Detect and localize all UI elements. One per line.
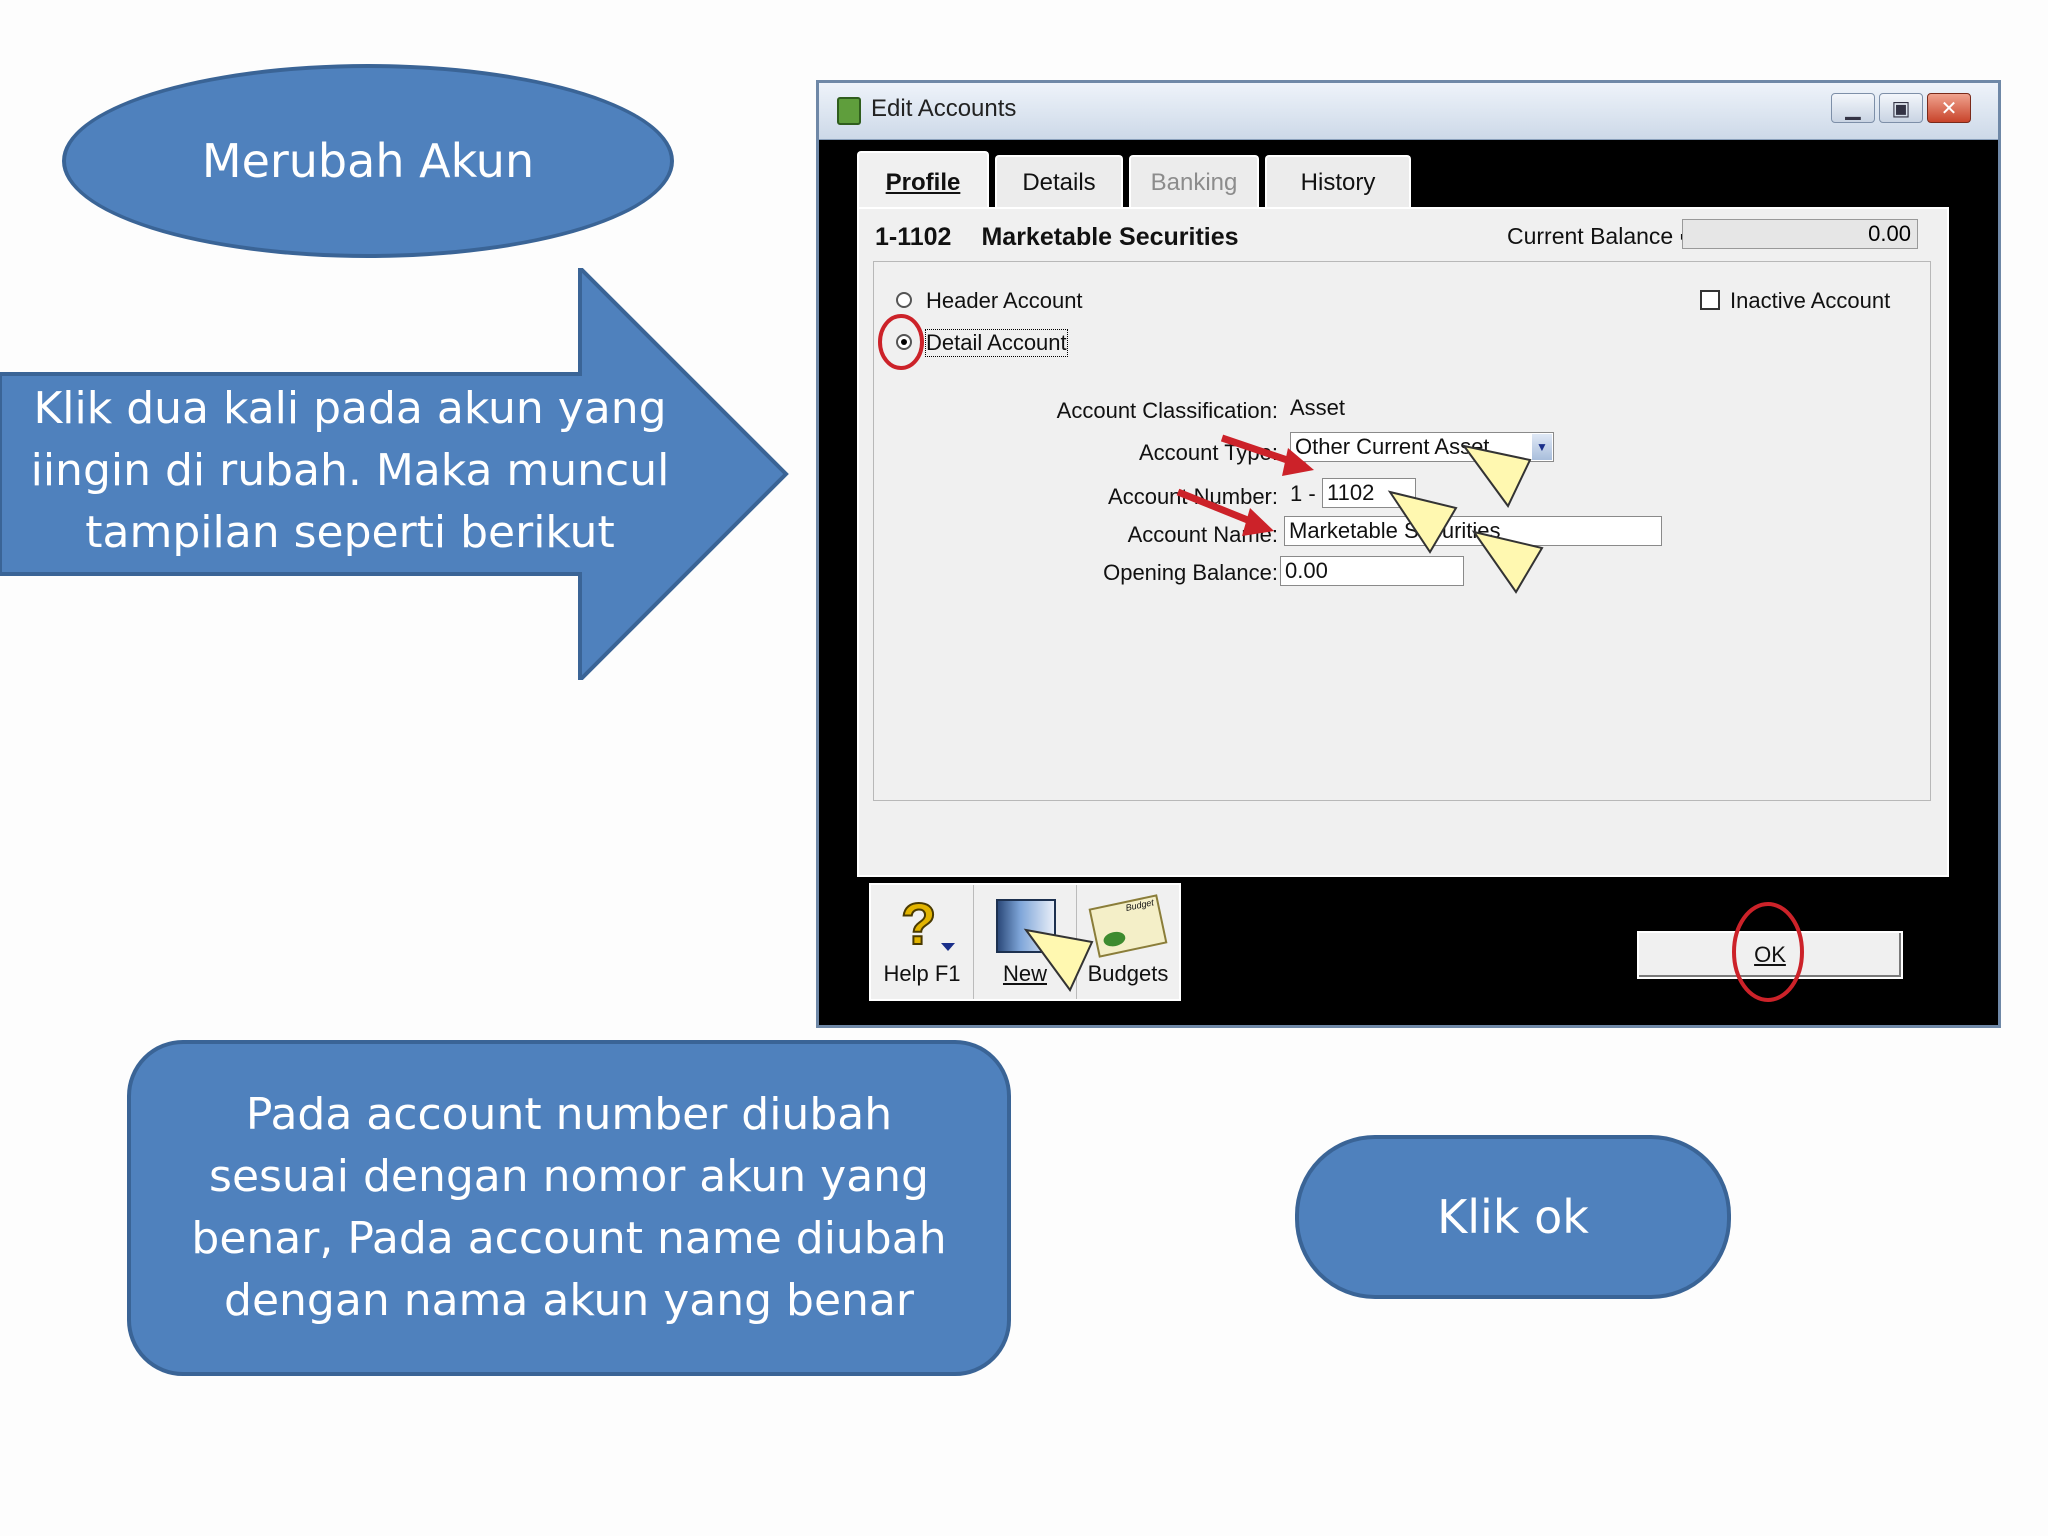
dropdown-triangle-icon xyxy=(941,943,955,951)
header-account-radio[interactable] xyxy=(896,292,912,308)
click-ok-text: Klik ok xyxy=(1437,1190,1589,1244)
help-button[interactable]: ? Help F1 xyxy=(871,885,974,999)
chevron-down-icon[interactable]: ▼ xyxy=(1532,434,1552,460)
account-details-group: Header Account Detail Account Inactive A… xyxy=(873,261,1931,801)
minimize-button[interactable]: ▁ xyxy=(1831,93,1875,123)
close-button[interactable]: ✕ xyxy=(1927,93,1971,123)
current-balance-label: Current Balance ➪: xyxy=(1507,223,1706,249)
account-number-prefix: 1 - xyxy=(1290,481,1316,506)
ok-button[interactable]: OK xyxy=(1637,931,1903,979)
book-icon xyxy=(996,899,1056,953)
tab-profile[interactable]: Profile xyxy=(857,151,989,213)
ok-label: OK xyxy=(1754,942,1786,967)
window-titlebar: Edit Accounts ▁ ▣ ✕ xyxy=(819,83,1998,140)
edit-accounts-window: Edit Accounts ▁ ▣ ✕ Profile Details Bank… xyxy=(816,80,2001,1028)
detail-account-label[interactable]: Detail Account xyxy=(925,329,1068,357)
instruction-text: Pada account number diubah sesuai dengan… xyxy=(191,1089,947,1326)
question-mark-icon: ? xyxy=(900,891,937,958)
window-title: Edit Accounts xyxy=(871,95,1017,122)
account-type-label: Account Type: xyxy=(1138,440,1278,465)
account-header: 1-1102 Marketable Securities xyxy=(875,223,1239,252)
title-ellipse: Merubah Akun xyxy=(62,64,674,258)
account-number-input[interactable]: 1102 xyxy=(1322,478,1416,508)
inactive-account-checkbox[interactable] xyxy=(1700,290,1720,310)
account-code: 1-1102 xyxy=(875,223,952,251)
new-label: New xyxy=(1002,961,1047,986)
account-number-label: Account Number: xyxy=(1108,484,1278,509)
account-name-label: Account Name: xyxy=(1127,522,1278,547)
opening-balance-input[interactable]: 0.00 xyxy=(1280,556,1464,586)
account-type-select[interactable]: Other Current Asset ▼ xyxy=(1290,432,1554,462)
current-balance-value: 0.00 xyxy=(1682,219,1918,249)
account-name-input[interactable]: Marketable Securities xyxy=(1284,516,1662,546)
budgets-button[interactable]: Budget Budgets xyxy=(1077,885,1179,999)
classification-value: Asset xyxy=(1290,395,1346,420)
budget-card-icon: Budget xyxy=(1088,894,1168,958)
app-icon xyxy=(837,97,861,125)
opening-balance-label: Opening Balance: xyxy=(1103,560,1278,585)
bottom-toolbar: ? Help F1 New Budget Budgets xyxy=(869,883,1181,1001)
header-account-label[interactable]: Header Account xyxy=(926,288,1083,314)
tab-history[interactable]: History xyxy=(1265,155,1411,209)
tab-details[interactable]: Details xyxy=(995,155,1123,209)
inactive-account-label[interactable]: Inactive Account xyxy=(1730,288,1890,314)
budgets-label: Budgets xyxy=(1087,961,1169,986)
maximize-button[interactable]: ▣ xyxy=(1879,93,1923,123)
arrow-callout-text: Klik dua kali pada akun yang iingin di r… xyxy=(30,383,670,558)
title-ellipse-text: Merubah Akun xyxy=(201,134,535,188)
account-title: Marketable Securities xyxy=(981,223,1239,251)
classification-label: Account Classification: xyxy=(1056,398,1278,423)
account-type-value: Other Current Asset xyxy=(1295,434,1490,459)
help-label: Help F1 xyxy=(883,961,961,986)
instruction-box: Pada account number diubah sesuai dengan… xyxy=(127,1040,1011,1376)
profile-panel: 1-1102 Marketable Securities Current Bala… xyxy=(857,207,1949,877)
click-ok-box: Klik ok xyxy=(1295,1135,1731,1299)
new-button[interactable]: New xyxy=(974,885,1077,999)
detail-account-radio[interactable] xyxy=(896,334,912,350)
tab-banking: Banking xyxy=(1129,155,1259,209)
